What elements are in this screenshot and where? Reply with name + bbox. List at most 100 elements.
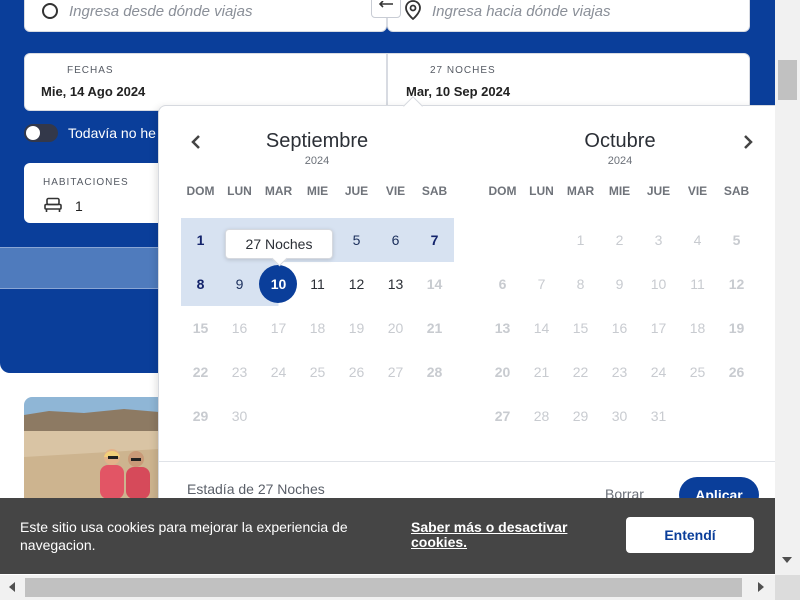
calendar-day: 10 (650, 276, 667, 292)
weekday-label: SAB (723, 184, 750, 198)
calendar-day[interactable]: 13 (376, 262, 415, 306)
calendar-day: 29 (192, 408, 209, 424)
calendar-footer-divider (159, 461, 776, 462)
weekday-label: MAR (264, 184, 293, 198)
origin-field[interactable]: Ingresa desde dónde viajas (24, 0, 387, 32)
no-dates-toggle[interactable] (24, 124, 58, 142)
date-picker-popup: Septiembre 2024 Octubre 2024 DOM LUN MAR… (158, 105, 776, 525)
location-pin-icon (405, 0, 421, 20)
month-header-october: Octubre 2024 (480, 130, 760, 167)
destination-field[interactable]: Ingresa hacia dónde viajas (387, 0, 750, 32)
calendar-day: 15 (192, 320, 209, 336)
nights-label: 27 NOCHES (430, 65, 496, 76)
weekday-label: MAR (566, 184, 595, 198)
destination-placeholder: Ingresa hacia dónde viajas (432, 3, 611, 20)
cookie-more-link[interactable]: Saber más o desactivar cookies. (411, 520, 591, 550)
calendar-day: 3 (654, 232, 663, 248)
scroll-left-arrow-icon[interactable] (9, 582, 15, 592)
calendar-day: 25 (309, 364, 326, 380)
scroll-down-arrow-icon[interactable] (782, 557, 792, 563)
calendar-day: 6 (498, 276, 507, 292)
scroll-right-arrow-icon[interactable] (758, 582, 764, 592)
calendar-day: 16 (231, 320, 248, 336)
month-year: 2024 (304, 155, 330, 167)
rooms-label: HABITACIONES (43, 177, 129, 188)
calendar-day: 22 (572, 364, 589, 380)
rooms-value: 1 (75, 198, 83, 214)
vertical-scrollbar[interactable] (775, 0, 800, 575)
stay-summary: Estadía de 27 Noches (187, 481, 325, 497)
calendar-day: 12 (728, 276, 745, 292)
weekday-label: DOM (488, 184, 517, 198)
calendar-day: 18 (309, 320, 326, 336)
horizontal-scrollbar[interactable] (0, 575, 775, 600)
calendar-day: 9 (615, 276, 624, 292)
date-from-value: Mie, 14 Ago 2024 (41, 84, 146, 99)
calendar-day-empty (522, 218, 561, 262)
calendar-day: 20 (387, 320, 404, 336)
calendar-day: 2 (615, 232, 624, 248)
weekday-label: LUN (227, 184, 252, 198)
calendar-day: 24 (270, 364, 287, 380)
weekday-label: SAB (421, 184, 448, 198)
calendar-day-selected[interactable]: 10 (259, 262, 298, 306)
calendar-day[interactable]: 5 (337, 218, 376, 262)
calendar-day: 31 (650, 408, 667, 424)
calendar-day: 30 (231, 408, 248, 424)
beach-photo-image (24, 397, 159, 507)
weekday-label: DOM (186, 184, 215, 198)
calendar-day: 25 (689, 364, 706, 380)
calendar-day: 21 (426, 320, 443, 336)
calendar-day: 15 (572, 320, 589, 336)
calendar-day: 24 (650, 364, 667, 380)
calendar-day: 19 (728, 320, 745, 336)
swap-arrow-icon (378, 1, 393, 8)
calendar-day: 19 (348, 320, 365, 336)
calendar-day[interactable]: 12 (337, 262, 376, 306)
month-name: Septiembre (265, 130, 369, 152)
calendar-day: 29 (572, 408, 589, 424)
weekday-label: VIE (687, 184, 708, 198)
scrollbar-corner (775, 575, 800, 600)
calendar-day: 8 (576, 276, 585, 292)
calendar-day: 22 (192, 364, 209, 380)
weekday-label: MIE (608, 184, 631, 198)
calendar-day: 14 (533, 320, 550, 336)
no-dates-toggle-label: Todavía no he (68, 125, 156, 141)
calendar-day: 17 (650, 320, 667, 336)
calendar-day: 30 (611, 408, 628, 424)
calendar-day: 23 (231, 364, 248, 380)
calendar-day: 13 (494, 320, 511, 336)
weekday-header: DOM LUN MAR MIE JUE VIE SAB (483, 184, 756, 198)
weekday-label: JUE (646, 184, 671, 198)
month-name: Octubre (584, 130, 656, 152)
rooms-field[interactable]: HABITACIONES 1 (24, 163, 164, 223)
calendar-day: 18 (689, 320, 706, 336)
origin-placeholder: Ingresa desde dónde viajas (69, 3, 253, 20)
calendar-day[interactable]: 7 (415, 218, 454, 262)
page: Ingresa desde dónde viajas Ingresa hacia… (0, 0, 800, 600)
calendar-day[interactable]: 6 (376, 218, 415, 262)
cookie-banner: Este sitio usa cookies para mejorar la e… (0, 498, 775, 574)
calendar-day: 23 (611, 364, 628, 380)
calendar-day[interactable]: 8 (181, 262, 220, 306)
weekday-label: JUE (344, 184, 369, 198)
dates-label: FECHAS (67, 65, 114, 76)
calendar-day[interactable]: 1 (181, 218, 220, 262)
october-days-grid: 1 2 3 4 5 6 7 8 9 10 11 12 13 14 15 16 1… (483, 218, 756, 438)
horizontal-scrollbar-thumb[interactable] (25, 578, 742, 597)
calendar-day: 4 (693, 232, 702, 248)
swap-button[interactable] (371, 0, 401, 18)
cookie-accept-button[interactable]: Entendí (626, 517, 754, 553)
calendar-day: 28 (426, 364, 443, 380)
calendar-day: 16 (611, 320, 628, 336)
date-to-value: Mar, 10 Sep 2024 (406, 84, 511, 99)
vertical-scrollbar-thumb[interactable] (778, 60, 797, 100)
search-button[interactable] (0, 247, 160, 289)
beach-photo (24, 397, 159, 507)
date-from-field[interactable]: FECHAS Mie, 14 Ago 2024 (24, 53, 387, 111)
calendar-day: 28 (533, 408, 550, 424)
date-to-field[interactable]: 27 NOCHES Mar, 10 Sep 2024 (387, 53, 750, 111)
calendar-day[interactable]: 9 (220, 262, 259, 306)
calendar-day[interactable]: 11 (298, 262, 337, 306)
